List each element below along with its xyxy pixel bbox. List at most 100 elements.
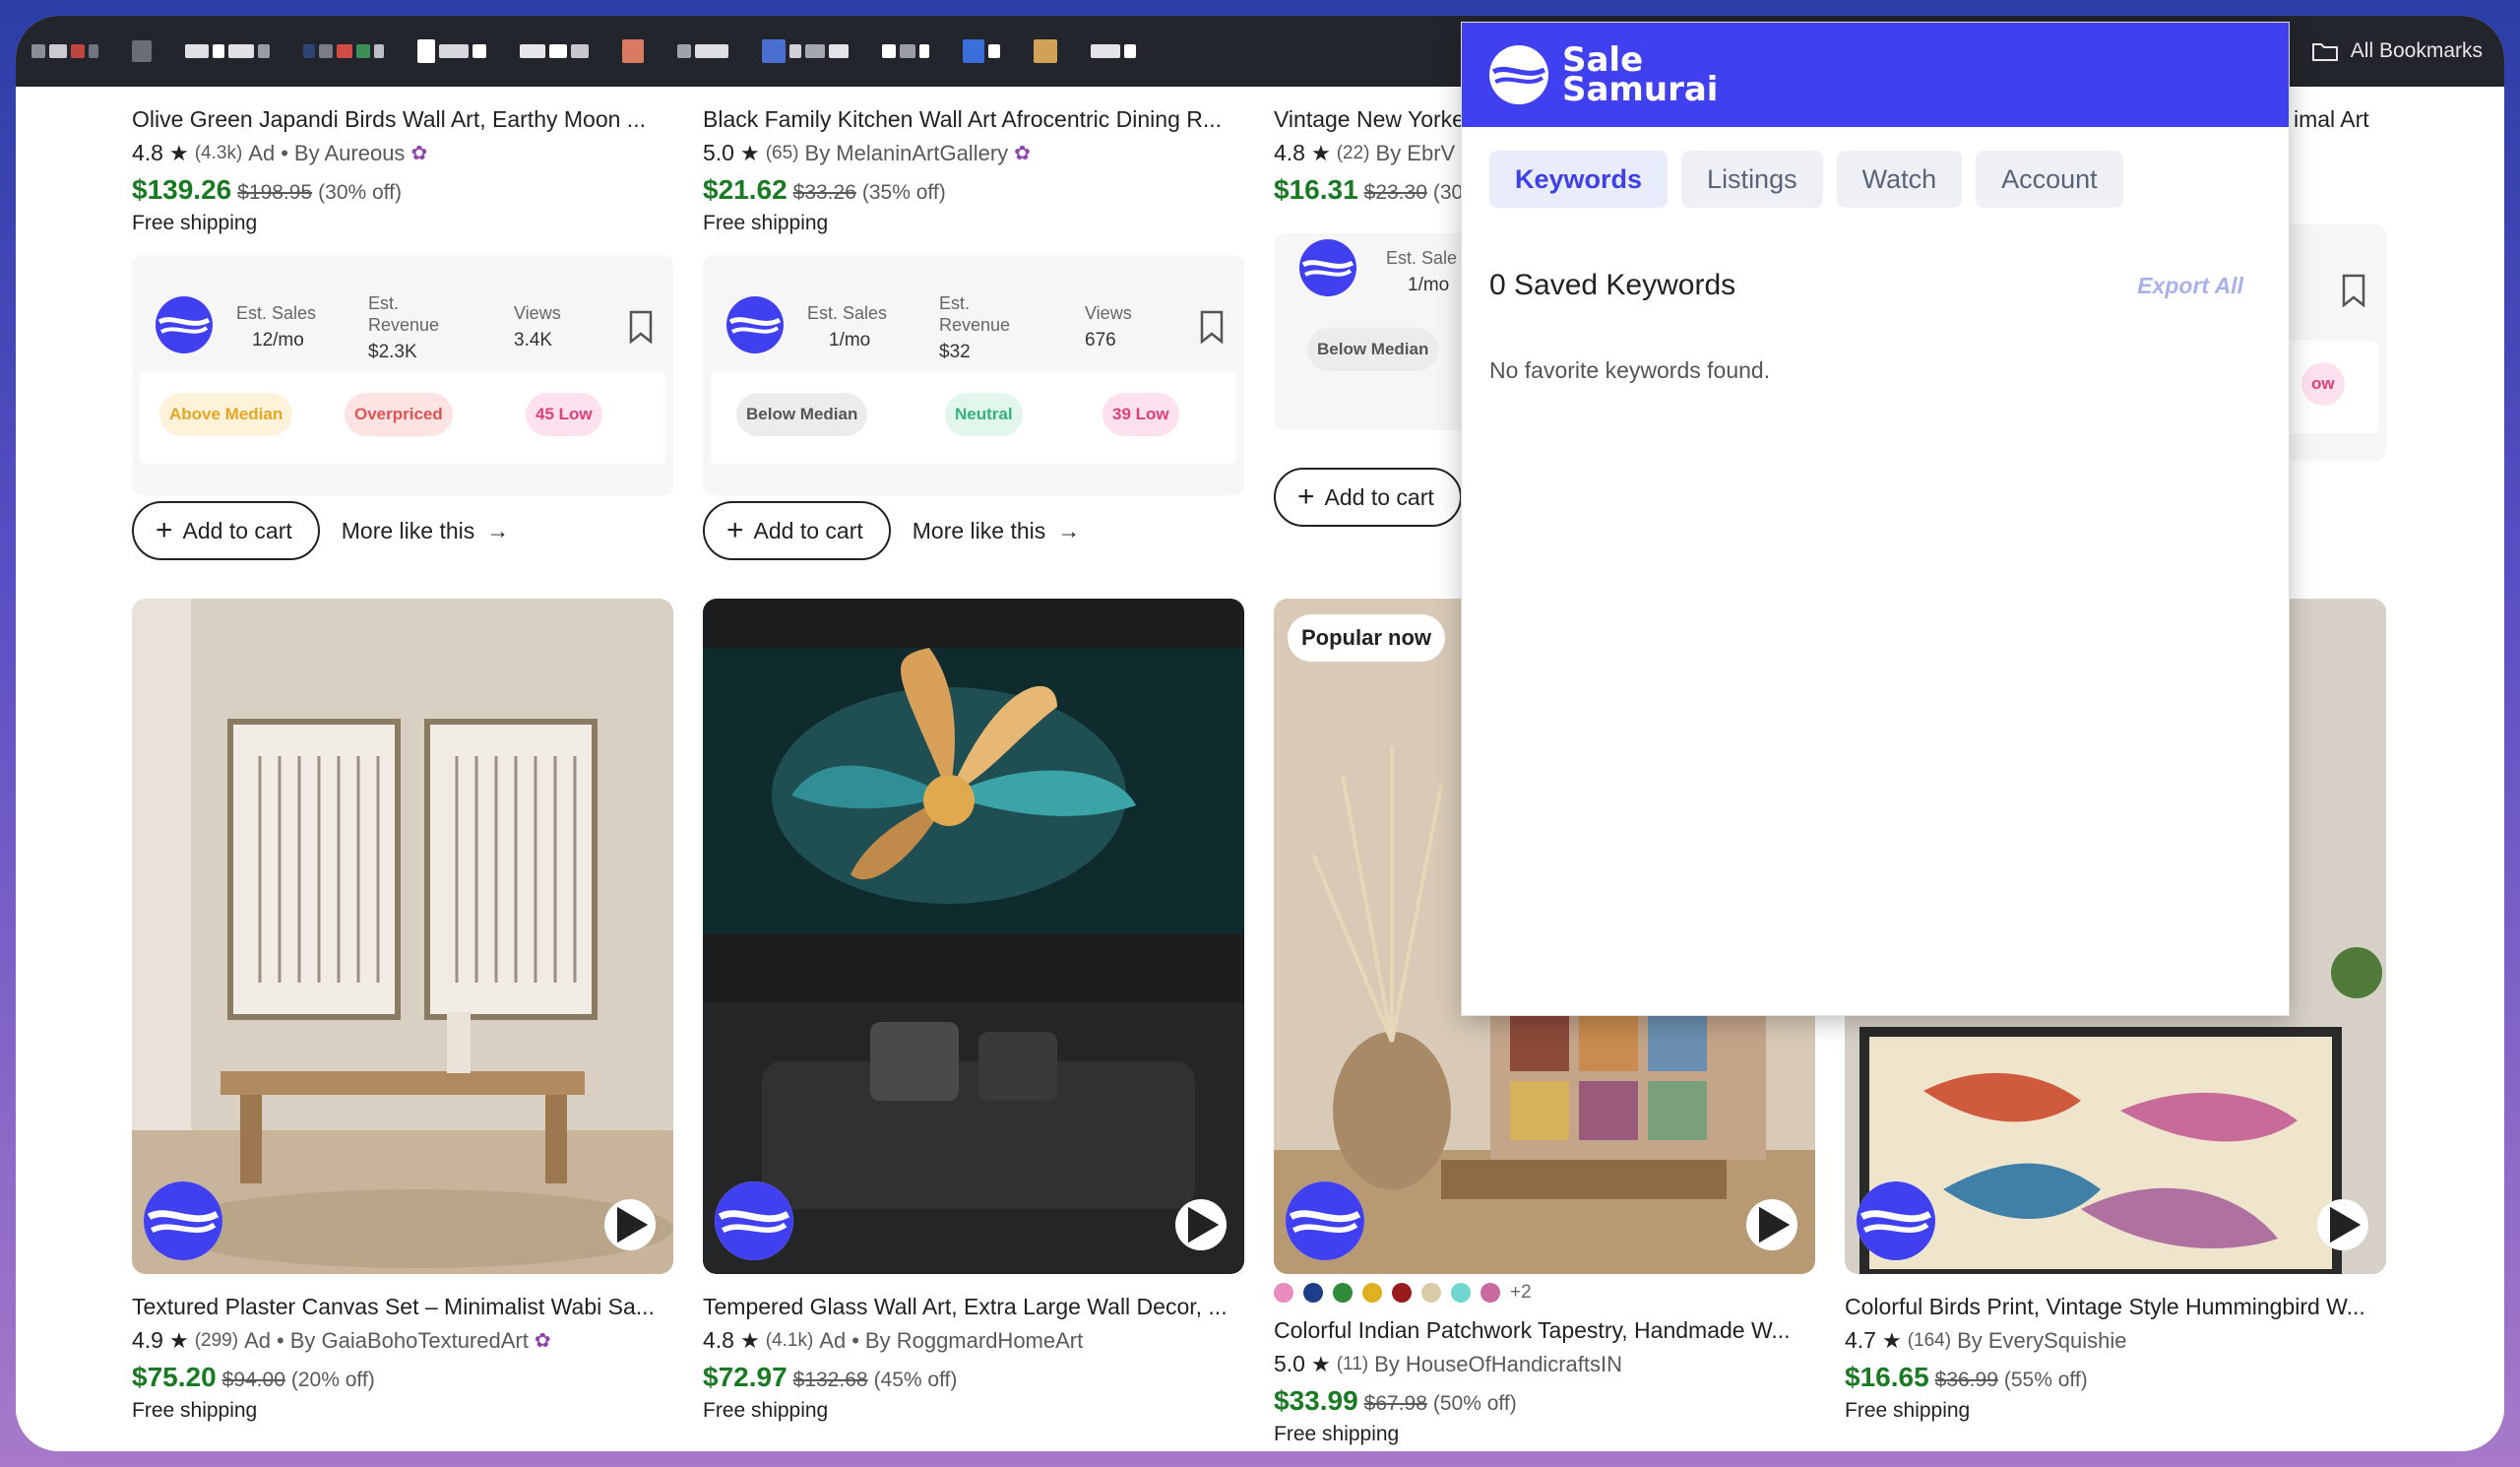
swatch[interactable] <box>1303 1283 1323 1303</box>
bookmark-icon[interactable] <box>1199 310 1225 344</box>
play-video-button[interactable] <box>604 1199 656 1250</box>
add-to-cart-button[interactable]: + Add to cart <box>1274 468 1462 527</box>
add-to-cart-button[interactable]: + Add to cart <box>132 501 320 560</box>
salesamurai-pin-button[interactable] <box>1857 1181 1935 1260</box>
price-line: $33.99 $67.98 (50% off) <box>1274 1385 1815 1417</box>
swatch[interactable] <box>1274 1283 1293 1303</box>
original-price: $198.95 <box>237 181 313 204</box>
swatch[interactable] <box>1480 1283 1500 1303</box>
bookmark-icon[interactable] <box>2341 274 2366 307</box>
rating-score: 5.0 <box>1274 1351 1305 1376</box>
listing-title[interactable]: Black Family Kitchen Wall Art Afrocentri… <box>703 104 1244 134</box>
tab-watch[interactable]: Watch <box>1836 151 1963 208</box>
listing-title[interactable]: Textured Plaster Canvas Set – Minimalist… <box>132 1292 673 1321</box>
listing-card-info[interactable]: Tempered Glass Wall Art, Extra Large Wal… <box>703 1292 1244 1423</box>
bookmark-item[interactable] <box>1034 39 1057 63</box>
review-count: (22) <box>1336 142 1370 163</box>
original-price: $132.68 <box>792 1369 868 1391</box>
listing-title[interactable]: Tempered Glass Wall Art, Extra Large Wal… <box>703 1292 1244 1321</box>
est-sales-label: Est. Sales <box>236 303 317 323</box>
original-price: $33.26 <box>792 181 856 204</box>
shipping-label: Free shipping <box>703 1399 829 1422</box>
bookmark-item[interactable] <box>32 44 98 58</box>
bookmark-item[interactable] <box>132 40 152 62</box>
est-revenue: Est. Revenue $32 <box>939 292 1010 363</box>
listing-card[interactable]: Black Family Kitchen Wall Art Afrocentri… <box>703 104 1244 560</box>
salesamurai-pin-button[interactable] <box>715 1181 793 1260</box>
shipping-label: Free shipping <box>1845 1399 1971 1422</box>
tab-keywords[interactable]: Keywords <box>1489 151 1669 208</box>
tab-listings[interactable]: Listings <box>1681 151 1823 208</box>
popup-header: Sale Samurai <box>1462 23 2289 127</box>
listing-card[interactable]: Olive Green Japandi Birds Wall Art, Eart… <box>132 104 673 560</box>
rating-score: 4.8 <box>1274 140 1305 165</box>
separator-dot: • <box>277 1327 284 1353</box>
bookmark-item[interactable] <box>303 44 384 58</box>
competition-badge: 45 Low <box>526 393 602 436</box>
color-swatches[interactable]: +2 <box>1274 1282 1815 1304</box>
sale-price: $139.26 <box>132 174 232 205</box>
listing-title[interactable]: Colorful Indian Patchwork Tapestry, Hand… <box>1274 1315 1815 1345</box>
bookmark-item[interactable] <box>1091 44 1136 58</box>
blurred-bookmarks <box>32 39 1162 63</box>
bookmark-item[interactable] <box>762 39 849 63</box>
shop-name[interactable]: By Aureous <box>294 141 406 166</box>
shop-name[interactable]: By MelaninArtGallery <box>805 141 1009 166</box>
listing-card-info[interactable]: Colorful Birds Print, Vintage Style Humm… <box>1845 1292 2386 1423</box>
popular-now-badge: Popular now <box>1288 614 1445 662</box>
shop-name[interactable]: By GaiaBohoTexturedArt <box>290 1328 529 1354</box>
play-video-button[interactable] <box>1746 1199 1797 1250</box>
add-to-cart-button[interactable]: + Add to cart <box>703 501 891 560</box>
bookmark-item[interactable] <box>677 44 728 58</box>
export-all-button[interactable]: Export All <box>2137 273 2243 299</box>
swatch[interactable] <box>1451 1283 1471 1303</box>
bookmark-item[interactable] <box>882 44 929 58</box>
card-actions: + Add to cart More like this → <box>703 501 1244 560</box>
est-sales-value: 1/mo <box>1408 275 1450 295</box>
ad-label: Ad <box>819 1327 847 1353</box>
salesamurai-pin-button[interactable] <box>144 1181 222 1260</box>
price-line: $75.20 $94.00 (20% off) <box>132 1362 673 1393</box>
discount: (45% off) <box>873 1369 958 1391</box>
play-video-button[interactable] <box>2317 1199 2368 1250</box>
listing-card-info[interactable]: +2 Colorful Indian Patchwork Tapestry, H… <box>1274 1282 1815 1446</box>
listing-image[interactable] <box>703 599 1244 1274</box>
review-count: (4.1k) <box>765 1329 814 1351</box>
more-like-this-label: More like this <box>912 517 1046 543</box>
badges-row: Above Median Overpriced 45 Low <box>140 371 665 464</box>
listing-image[interactable] <box>132 599 673 1274</box>
swatch[interactable] <box>1421 1283 1441 1303</box>
rating-score: 4.8 <box>132 140 163 165</box>
bookmark-item[interactable] <box>520 44 589 58</box>
shop-name[interactable]: By EbrV <box>1376 141 1456 166</box>
shipping-label: Free shipping <box>703 212 829 234</box>
swatch[interactable] <box>1333 1283 1353 1303</box>
listing-card-info[interactable]: Textured Plaster Canvas Set – Minimalist… <box>132 1292 673 1423</box>
listing-title[interactable]: Olive Green Japandi Birds Wall Art, Eart… <box>132 104 673 134</box>
bookmark-item[interactable] <box>963 39 1000 63</box>
swatch[interactable] <box>1392 1283 1412 1303</box>
bookmark-item[interactable] <box>417 39 486 63</box>
bookmark-item[interactable] <box>185 44 270 58</box>
median-badge: Below Median <box>1307 328 1439 371</box>
price-line: $72.97 $132.68 (45% off) <box>703 1362 1244 1393</box>
shop-name[interactable]: By EverySquishie <box>1957 1328 2126 1354</box>
salesamurai-pin-button[interactable] <box>1286 1181 1364 1260</box>
listing-title[interactable]: Colorful Birds Print, Vintage Style Humm… <box>1845 1292 2386 1321</box>
browser-window: All Bookmarks Olive Green Japandi Birds … <box>16 16 2504 1451</box>
shop-name[interactable]: By RoggmardHomeArt <box>865 1328 1083 1354</box>
bookmark-item[interactable] <box>622 39 644 63</box>
salesamurai-logo-icon <box>156 296 213 353</box>
salesamurai-logo-icon <box>1286 1181 1364 1260</box>
discount: (30% off) <box>318 181 402 204</box>
tab-account[interactable]: Account <box>1976 151 2123 208</box>
more-like-this-link[interactable]: More like this → <box>342 518 509 544</box>
views-value: 676 <box>1085 330 1116 351</box>
more-like-this-link[interactable]: More like this → <box>913 518 1080 544</box>
shop-name[interactable]: By HouseOfHandicraftsIN <box>1374 1352 1622 1377</box>
all-bookmarks-button[interactable]: All Bookmarks <box>2311 16 2483 87</box>
pricing-badge: Overpriced <box>345 393 453 436</box>
play-video-button[interactable] <box>1175 1199 1227 1250</box>
swatch[interactable] <box>1362 1283 1382 1303</box>
bookmark-icon[interactable] <box>628 310 654 344</box>
